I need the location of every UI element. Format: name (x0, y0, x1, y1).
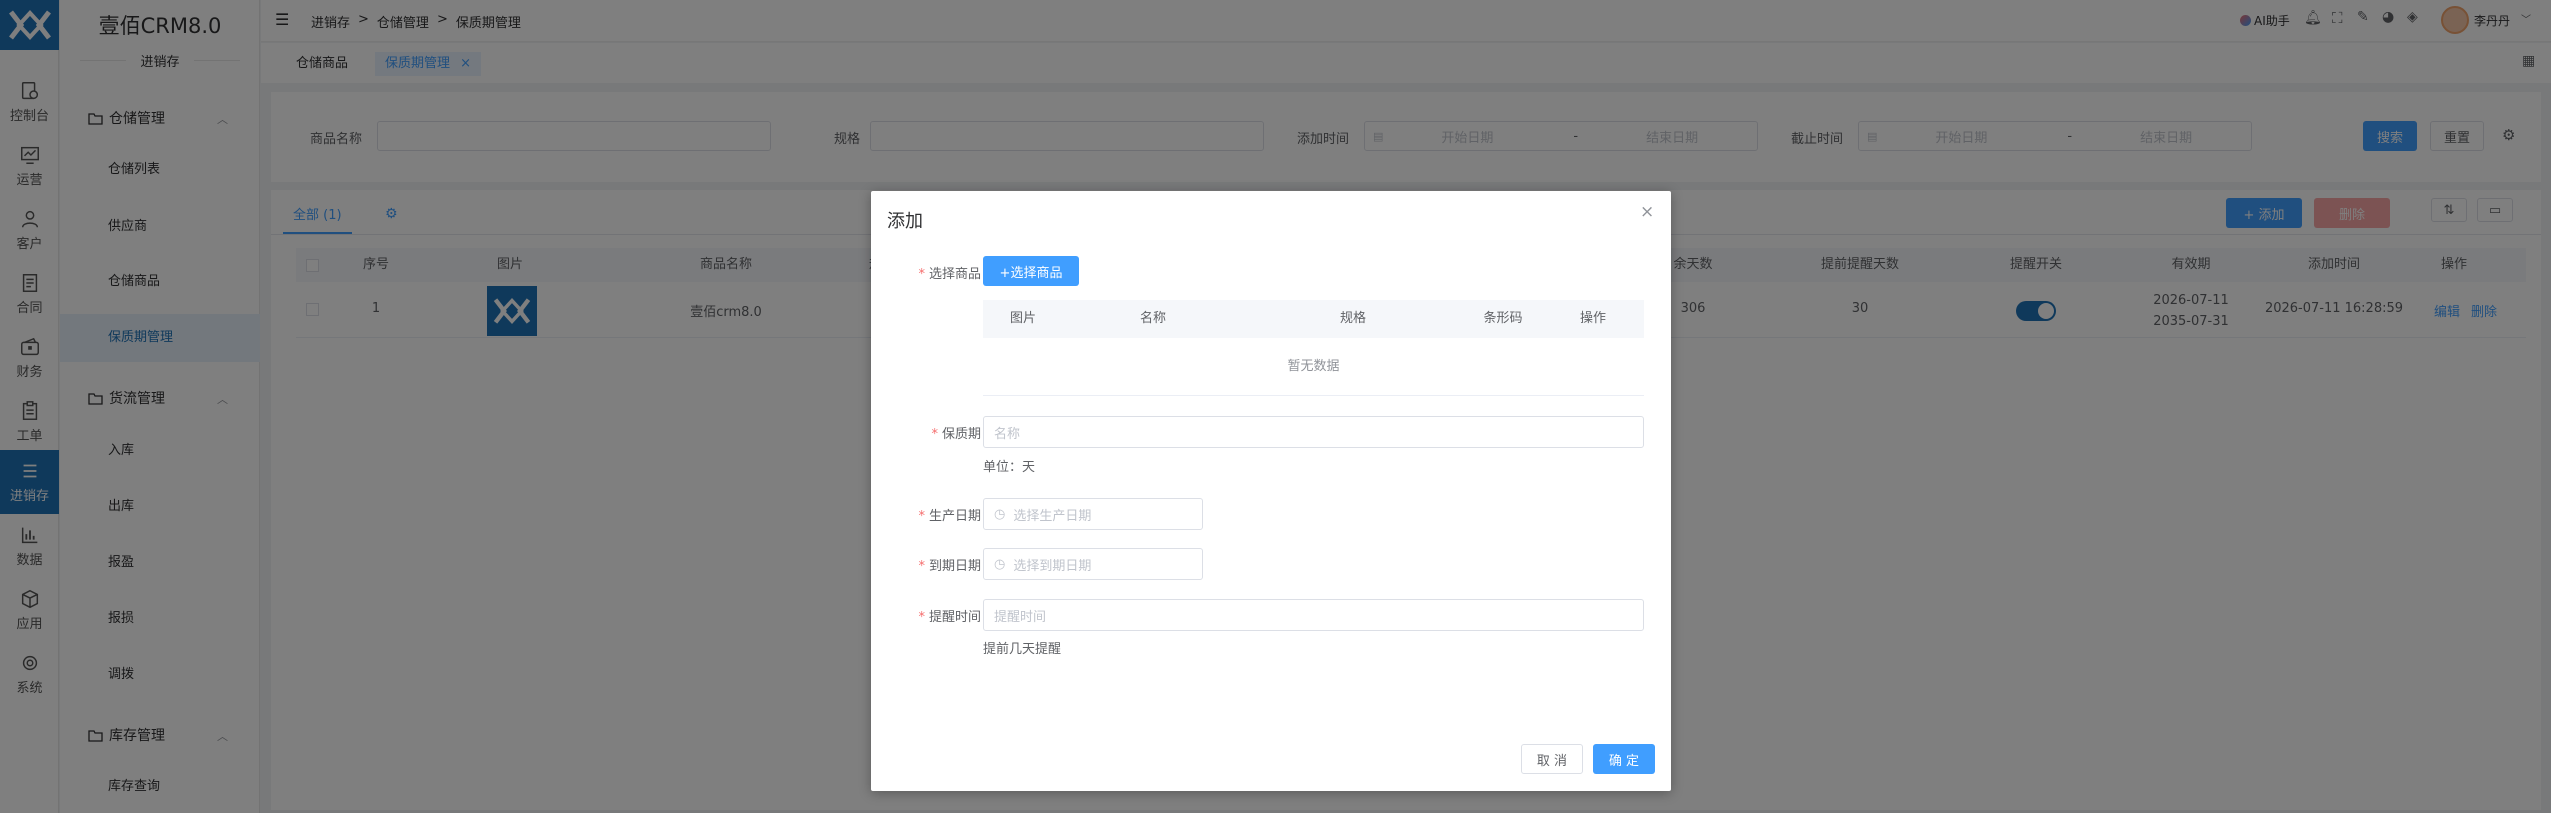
production-date-picker[interactable]: ◷ 选择生产日期 (983, 498, 1203, 530)
expiry-date-label: * 到期日期 (871, 555, 981, 574)
add-dialog: 添加 × * 选择商品 +选择商品 图片 名称 规格 条形码 操作 暂无数据 * 保… (871, 191, 1671, 791)
label-text: 提醒时间 (928, 610, 981, 625)
picker-placeholder: 选择到期日期 (1013, 558, 1092, 574)
clock-icon: ◷ (994, 506, 1006, 522)
required-mark: * (918, 267, 925, 282)
production-date-label: * 生产日期 (871, 505, 981, 524)
required-mark: * (931, 427, 938, 442)
shelf-unit-hint: 单位：天 (983, 460, 1036, 475)
col-actions: 操作 (1579, 311, 1606, 326)
cancel-button[interactable]: 取 消 (1521, 744, 1583, 774)
remind-time-input[interactable]: 提醒时间 (983, 599, 1644, 631)
app-root: 控制台 运营 客户 合同 财务 工单 进销存 数据 (0, 0, 2551, 813)
required-mark: * (918, 509, 925, 524)
goods-table-header: 图片 名称 规格 条形码 操作 (983, 300, 1644, 338)
picker-placeholder: 选择生产日期 (1013, 508, 1092, 524)
select-goods-button[interactable]: +选择商品 (983, 256, 1079, 286)
required-mark: * (918, 559, 925, 574)
required-mark: * (918, 610, 925, 625)
confirm-button[interactable]: 确 定 (1593, 744, 1655, 774)
label-text: 选择商品 (928, 267, 981, 282)
col-name: 名称 (1139, 311, 1166, 326)
label-text: 保质期 (941, 427, 981, 442)
remind-hint: 提前几天提醒 (983, 642, 1062, 657)
select-goods-label: * 选择商品 (871, 263, 981, 282)
remind-time-label: * 提醒时间 (871, 606, 981, 625)
expiry-date-picker[interactable]: ◷ 选择到期日期 (983, 548, 1203, 580)
clock-icon: ◷ (994, 556, 1006, 572)
label-text: 生产日期 (928, 509, 981, 524)
label-text: 到期日期 (928, 559, 981, 574)
shelf-life-label: * 保质期 (871, 423, 981, 442)
close-icon[interactable]: × (1640, 202, 1654, 222)
col-spec: 规格 (1339, 311, 1366, 326)
dialog-title: 添加 (887, 211, 923, 232)
shelf-life-input[interactable]: 名称 (983, 416, 1644, 448)
col-barcode: 条形码 (1483, 311, 1523, 326)
col-image: 图片 (1009, 311, 1036, 326)
empty-state: 暂无数据 (983, 338, 1644, 396)
